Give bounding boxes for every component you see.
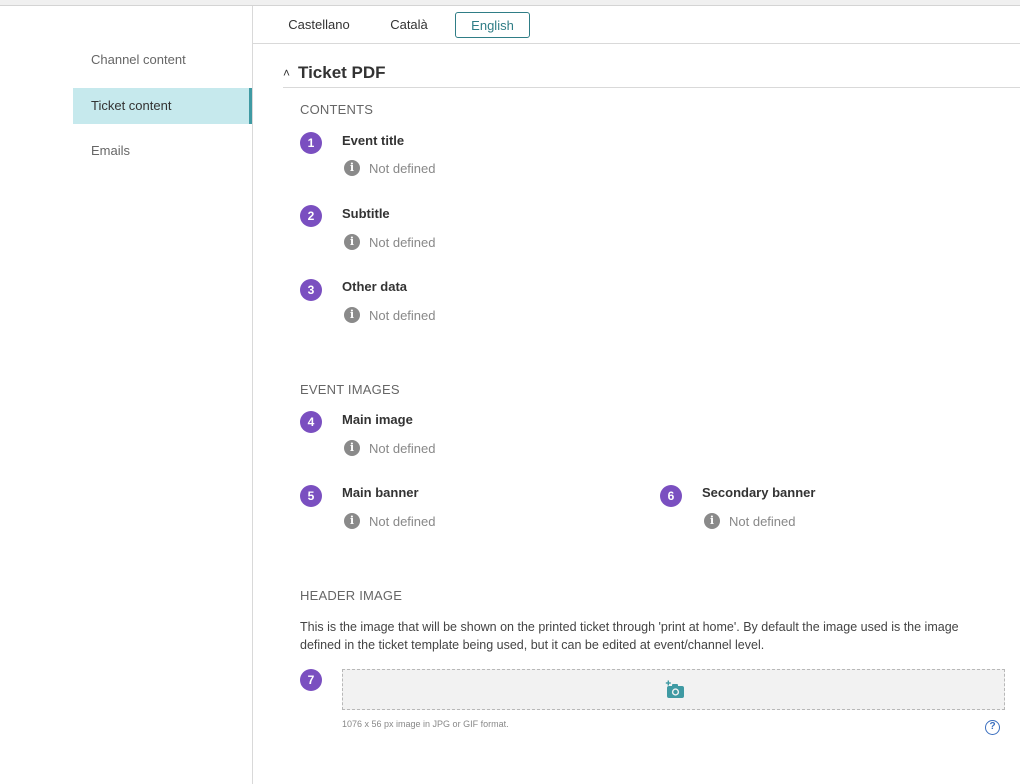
step-badge: 2 (300, 205, 322, 227)
tab-catala[interactable]: Català (377, 12, 441, 38)
field-title-main-image: Main image (342, 412, 413, 427)
status-text: Not defined (369, 161, 436, 176)
header-image-upload[interactable] (342, 669, 1005, 710)
contents-label: CONTENTS (300, 102, 374, 117)
sidebar-item-channel-content[interactable]: Channel content (73, 42, 252, 78)
sidebar-item-label: Emails (91, 143, 131, 158)
field-title-main-banner: Main banner (342, 485, 419, 500)
info-icon: i (344, 513, 360, 529)
step-badge: 7 (300, 669, 322, 691)
info-icon: i (344, 160, 360, 176)
upload-hint: 1076 x 56 px image in JPG or GIF format. (342, 719, 509, 729)
sidebar-item-ticket-content[interactable]: Ticket content (73, 88, 252, 124)
header-image-description: This is the image that will be shown on … (300, 620, 959, 652)
status-text: Not defined (729, 514, 796, 529)
help-circle-icon[interactable]: ? (985, 720, 1000, 735)
info-icon: i (344, 440, 360, 456)
section-title: Ticket PDF (298, 63, 386, 82)
status-text: Not defined (369, 235, 436, 250)
chevron-up-icon[interactable]: ˄ (283, 66, 290, 80)
add-photo-icon[interactable] (665, 680, 685, 700)
sidebar: Channel content Ticket content Emails (0, 6, 252, 784)
tab-english[interactable]: English (455, 12, 530, 38)
info-icon: i (344, 307, 360, 323)
step-badge: 4 (300, 411, 322, 433)
status-text: Not defined (369, 514, 436, 529)
info-icon: i (704, 513, 720, 529)
sidebar-item-label: Channel content (91, 52, 186, 67)
header-image-label: HEADER IMAGE (300, 588, 403, 603)
language-tabs: Castellano Català English (253, 6, 1020, 44)
step-badge: 1 (300, 132, 322, 154)
tab-castellano[interactable]: Castellano (281, 12, 357, 38)
event-images-label: EVENT IMAGES (300, 382, 400, 397)
sidebar-item-emails[interactable]: Emails (73, 133, 252, 169)
section-divider (283, 87, 1020, 88)
sidebar-divider (252, 6, 253, 784)
step-badge: 3 (300, 279, 322, 301)
step-badge: 6 (660, 485, 682, 507)
step-badge: 5 (300, 485, 322, 507)
status-text: Not defined (369, 441, 436, 456)
field-title-other-data: Other data (342, 279, 408, 294)
field-title-subtitle: Subtitle (342, 206, 390, 221)
field-title-event-title: Event title (342, 133, 405, 148)
info-icon: i (344, 234, 360, 250)
status-text: Not defined (369, 308, 436, 323)
sidebar-item-label: Ticket content (91, 98, 172, 113)
field-title-secondary-banner: Secondary banner (702, 485, 816, 500)
